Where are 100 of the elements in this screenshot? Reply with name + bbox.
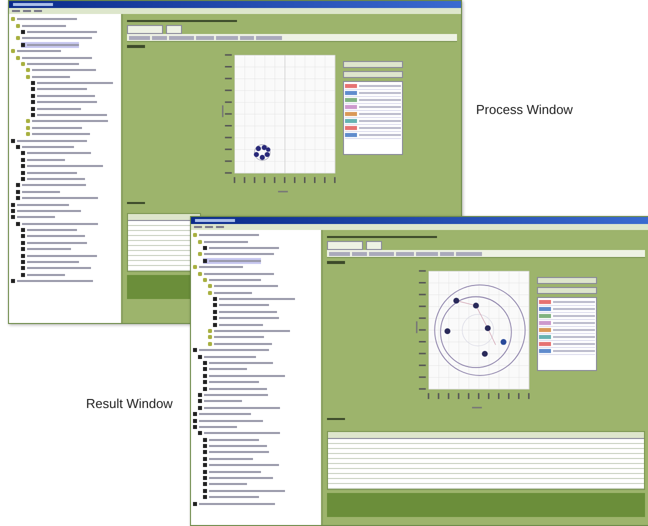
- square-icon: [203, 367, 207, 372]
- tree-item[interactable]: [16, 182, 86, 189]
- tree-item[interactable]: [31, 112, 107, 118]
- blurred-text: [32, 133, 90, 136]
- tree-item[interactable]: [21, 169, 77, 176]
- tree-item[interactable]: [203, 456, 253, 462]
- blurred-text: [199, 426, 237, 428]
- tree-item[interactable]: [213, 302, 269, 309]
- toolbar-button[interactable]: [127, 25, 163, 34]
- tree-item[interactable]: [21, 28, 97, 36]
- tree-item[interactable]: [198, 392, 268, 398]
- tree-item[interactable]: [203, 244, 279, 252]
- tree-item[interactable]: [11, 278, 93, 284]
- tree-item[interactable]: [203, 494, 259, 500]
- blurred-text: [204, 240, 248, 243]
- tree-item[interactable]: [21, 226, 77, 234]
- tree-item[interactable]: [213, 308, 277, 316]
- tree-item[interactable]: [11, 201, 69, 208]
- blurred-text: [209, 388, 267, 390]
- blurred-text: [204, 356, 256, 358]
- square-icon: [203, 463, 207, 468]
- tree-item[interactable]: [193, 410, 251, 418]
- blurred-text: [209, 246, 279, 249]
- tree-item[interactable]: [193, 347, 269, 354]
- toolbar-button[interactable]: [366, 241, 382, 250]
- tree-item[interactable]: [31, 80, 113, 86]
- tree-item[interactable]: [21, 240, 87, 246]
- tree-item[interactable]: [213, 321, 263, 328]
- tree-item[interactable]: [21, 150, 91, 157]
- tree-item[interactable]: [16, 194, 98, 202]
- blurred-text: [27, 274, 65, 276]
- tree-item[interactable]: [203, 436, 259, 443]
- square-icon: [203, 456, 207, 461]
- tab-strip[interactable]: [127, 34, 457, 42]
- square-icon: [193, 424, 197, 429]
- square-icon: [21, 254, 25, 258]
- tree-item[interactable]: [21, 265, 91, 272]
- blurred-text: [17, 204, 69, 206]
- blurred-text: [27, 248, 71, 250]
- square-icon: [31, 113, 35, 118]
- tree-item[interactable]: [198, 404, 280, 411]
- tree-item[interactable]: [31, 92, 95, 100]
- tree-item[interactable]: [16, 144, 74, 150]
- tree-item[interactable]: [21, 258, 79, 266]
- tree-item[interactable]: [203, 442, 267, 450]
- square-icon: [203, 258, 207, 263]
- blurred-text: [209, 464, 279, 466]
- tree-item[interactable]: [203, 372, 285, 379]
- tab-strip[interactable]: [327, 250, 645, 258]
- tree-item[interactable]: [21, 176, 85, 182]
- tree-item[interactable]: [213, 315, 279, 322]
- tree-item[interactable]: [203, 360, 273, 366]
- tree-item[interactable]: [11, 137, 87, 144]
- tree-item[interactable]: [31, 105, 81, 112]
- square-icon: [203, 450, 207, 454]
- tree-item[interactable]: [31, 99, 97, 106]
- caption: Result Window: [86, 396, 173, 411]
- blurred-text: [219, 317, 279, 320]
- tree-item[interactable]: [193, 500, 275, 507]
- tree-item[interactable]: [21, 246, 71, 252]
- tree-item[interactable]: [21, 42, 79, 48]
- square-icon: [193, 502, 197, 506]
- tree-item[interactable]: [193, 417, 263, 424]
- tree-item[interactable]: [21, 252, 97, 259]
- square-icon: [203, 361, 207, 365]
- tree-item[interactable]: [21, 272, 65, 278]
- blurred-text: [214, 342, 272, 345]
- square-icon: [203, 482, 207, 486]
- tree-item[interactable]: [21, 233, 85, 240]
- blurred-text: [27, 62, 79, 65]
- tree-item[interactable]: [203, 462, 279, 468]
- square-icon: [16, 145, 20, 149]
- tree-item[interactable]: [203, 468, 261, 475]
- tree-item[interactable]: [21, 156, 65, 163]
- tree-item[interactable]: [11, 208, 81, 214]
- tree-item[interactable]: [198, 430, 280, 436]
- tree-item[interactable]: [198, 353, 256, 360]
- tree-item[interactable]: [203, 385, 267, 392]
- toolbar-button[interactable]: [166, 25, 182, 34]
- tree-item[interactable]: [21, 162, 103, 170]
- tree-item[interactable]: [193, 424, 237, 430]
- square-icon: [213, 310, 217, 314]
- tree-item[interactable]: [16, 220, 98, 227]
- blurred-text: [17, 210, 81, 212]
- tree-item[interactable]: [11, 214, 55, 220]
- square-icon: [198, 399, 202, 404]
- tree-item[interactable]: [16, 188, 60, 195]
- tree-item[interactable]: [203, 481, 247, 488]
- tree-item[interactable]: [213, 296, 295, 302]
- tree-item[interactable]: [203, 488, 285, 494]
- tree-item[interactable]: [203, 258, 261, 264]
- blurred-text: [219, 310, 277, 313]
- tree-item[interactable]: [198, 398, 242, 405]
- tree-item[interactable]: [203, 474, 273, 482]
- tree-item[interactable]: [31, 86, 87, 93]
- tree-item[interactable]: [203, 449, 269, 456]
- toolbar-button[interactable]: [327, 241, 363, 250]
- tree-item[interactable]: [203, 366, 247, 373]
- tree-item[interactable]: [203, 378, 259, 386]
- blurred-text: [22, 24, 66, 27]
